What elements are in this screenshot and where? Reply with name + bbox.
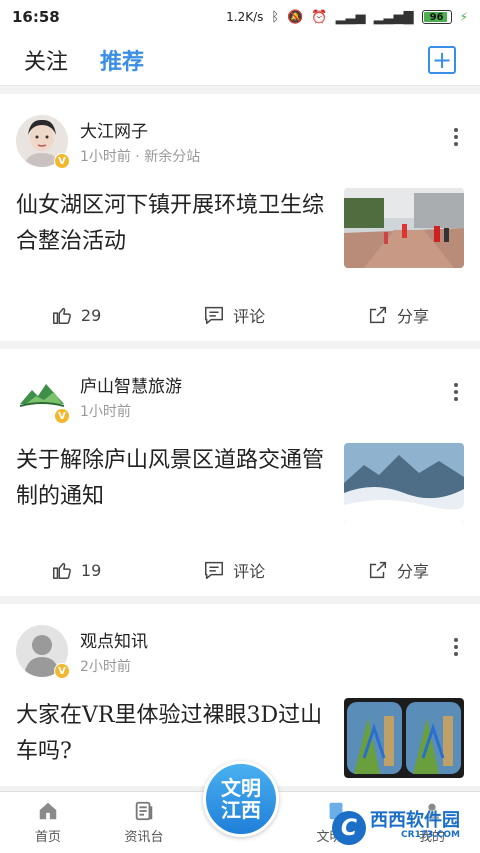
more-options-icon[interactable] (454, 128, 458, 146)
author-row: V 庐山智慧旅游 1小时前 (16, 349, 464, 425)
nav-news-desk[interactable]: 资讯台 (96, 792, 192, 853)
watermark-logo-icon: C (332, 811, 366, 845)
feed-card[interactable]: V 庐山智慧旅游 1小时前 关于解除庐山风景区道路交通管制的通知 19 评论 分… (0, 349, 480, 596)
more-options-icon[interactable] (454, 638, 458, 656)
card-actions: 19 评论 分享 (0, 558, 480, 582)
avatar[interactable]: V (16, 115, 70, 169)
content-row[interactable]: 仙女湖区河下镇开展环境卫生综合整治活动 (16, 188, 464, 268)
tab-follow[interactable]: 关注 (24, 44, 68, 76)
article-thumbnail[interactable] (344, 443, 464, 523)
author-meta: 观点知讯 2小时前 (80, 627, 148, 676)
battery-icon: 96 (421, 10, 452, 24)
site-watermark: C 西西软件园 CR173.COM (332, 811, 460, 845)
vr-rollercoaster-image (344, 698, 464, 778)
nav-home-label: 首页 (34, 830, 61, 845)
like-count: 19 (80, 560, 102, 580)
mute-icon: 🔕 (287, 9, 304, 25)
share-label: 分享 (397, 562, 430, 581)
article-title[interactable]: 仙女湖区河下镇开展环境卫生综合整治活动 (16, 188, 344, 260)
share-label: 分享 (397, 307, 430, 326)
verified-badge: V (54, 663, 70, 679)
center-badge-line2: 江西 (221, 798, 261, 822)
bluetooth-icon: ᛒ (271, 9, 280, 25)
author-meta: 大江网子 1小时前 · 新余分站 (80, 117, 200, 166)
feed-card[interactable]: V 观点知讯 2小时前 大家在VR里体验过裸眼3D过山车吗? (0, 604, 480, 786)
content-row[interactable]: 关于解除庐山风景区道路交通管制的通知 (16, 443, 464, 523)
post-meta: 1小时前 (80, 403, 131, 420)
share-button[interactable]: 分享 (367, 558, 429, 582)
thumbs-up-icon (52, 307, 71, 324)
avatar[interactable]: V (16, 370, 70, 424)
verified-badge: V (54, 153, 70, 169)
like-count: 29 (80, 305, 102, 325)
net-speed: 1.2K/s (226, 10, 264, 24)
watermark-main: 西西软件园 (370, 810, 460, 831)
comment-button[interactable]: 评论 (203, 558, 265, 582)
comment-button[interactable]: 评论 (203, 303, 265, 327)
article-thumbnail[interactable] (344, 698, 464, 778)
thumbs-up-icon (52, 562, 71, 579)
feed-card[interactable]: V 大江网子 1小时前 · 新余分站 仙女湖区河下镇开展环境卫生综合整治活动 2… (0, 94, 480, 341)
nav-news-desk-label: 资讯台 (124, 830, 164, 845)
verified-badge: V (54, 408, 70, 424)
watermark-text: 西西软件园 CR173.COM (370, 810, 460, 842)
tab-recommend[interactable]: 推荐 (100, 44, 144, 76)
share-icon (369, 306, 387, 324)
comment-icon (205, 306, 224, 324)
article-title[interactable]: 关于解除庐山风景区道路交通管制的通知 (16, 443, 344, 515)
top-tabs: 关注 推荐 + (0, 34, 480, 86)
card-actions: 29 评论 分享 (0, 303, 480, 327)
street-cleanup-image (344, 188, 464, 268)
share-button[interactable]: 分享 (367, 303, 429, 327)
nav-home[interactable]: 首页 (0, 792, 96, 853)
more-options-icon[interactable] (454, 383, 458, 401)
author-name[interactable]: 观点知讯 (80, 627, 148, 652)
comment-label: 评论 (233, 562, 266, 581)
news-feed[interactable]: V 大江网子 1小时前 · 新余分站 仙女湖区河下镇开展环境卫生综合整治活动 2… (0, 86, 480, 786)
alarm-icon: ⏰ (311, 9, 328, 25)
watermark-sub: CR173.COM (401, 830, 460, 840)
comment-label: 评论 (233, 307, 266, 326)
author-row: V 大江网子 1小时前 · 新余分站 (16, 94, 464, 170)
status-bar: 16:58 1.2K/s ᛒ 🔕 ⏰ ▂▃▅ ▂▃▅▇ 96 ⚡ (0, 0, 480, 34)
article-title[interactable]: 大家在VR里体验过裸眼3D过山车吗? (16, 698, 344, 770)
signal-icon: ▂▃▅ (335, 9, 366, 25)
author-meta: 庐山智慧旅游 1小时前 (80, 372, 182, 421)
center-badge-line1: 文明 (221, 776, 261, 800)
home-icon (39, 802, 57, 820)
post-meta: 1小时前 · 新余分站 (80, 148, 201, 165)
news-list-icon (135, 801, 153, 821)
post-meta: 2小时前 (80, 658, 131, 675)
civility-jiangxi-button[interactable]: 文明 江西 (203, 761, 279, 837)
comment-icon (205, 561, 224, 579)
share-icon (369, 561, 387, 579)
like-button[interactable]: 19 (51, 559, 101, 581)
author-name[interactable]: 大江网子 (80, 117, 200, 142)
signal-4g-icon: ▂▃▅▇ (373, 9, 414, 25)
charging-icon: ⚡ (459, 10, 468, 24)
article-thumbnail[interactable] (344, 188, 464, 268)
status-indicators: 1.2K/s ᛒ 🔕 ⏰ ▂▃▅ ▂▃▅▇ 96 ⚡ (226, 10, 468, 25)
author-name[interactable]: 庐山智慧旅游 (80, 372, 182, 397)
battery-level: 96 (429, 11, 444, 23)
like-button[interactable]: 29 (51, 304, 101, 326)
author-row: V 观点知讯 2小时前 (16, 604, 464, 680)
mountain-clouds-image (344, 443, 464, 523)
add-channel-button[interactable]: + (428, 45, 456, 74)
avatar[interactable]: V (16, 625, 70, 679)
status-time: 16:58 (12, 8, 60, 26)
